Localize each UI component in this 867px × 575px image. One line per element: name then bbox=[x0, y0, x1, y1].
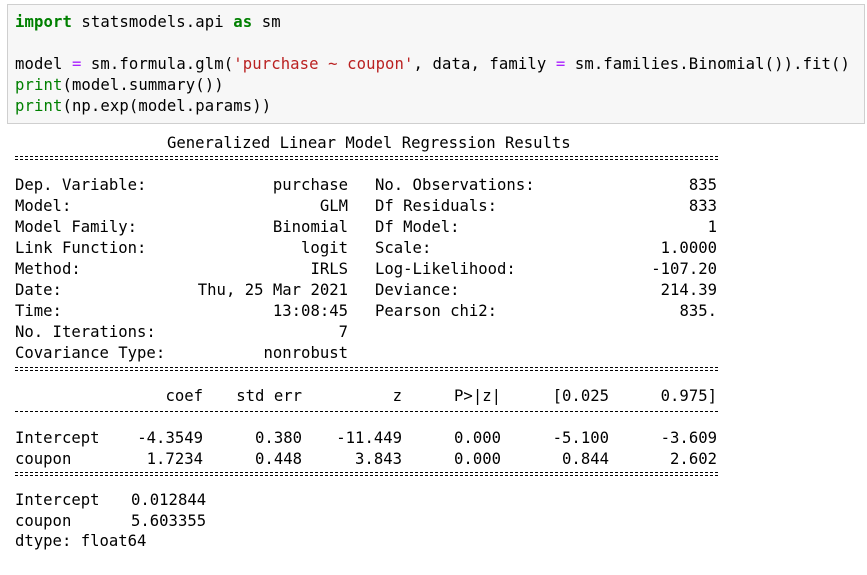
info-value: 1 bbox=[707, 218, 717, 236]
info-value: 214.39 bbox=[660, 281, 717, 299]
coef-cell: 3.843 bbox=[355, 450, 402, 468]
info-label: No. Iterations: bbox=[15, 323, 156, 341]
info-label: Log-Likelihood: bbox=[375, 260, 516, 278]
info-label: Pearson chi2: bbox=[375, 302, 498, 320]
code-token: , data, family bbox=[413, 55, 556, 73]
coef-cell: -4.3549 bbox=[137, 429, 203, 447]
info-label: Scale: bbox=[375, 239, 432, 257]
info-value: nonrobust bbox=[263, 344, 349, 362]
info-value: 835. bbox=[679, 302, 717, 320]
param-name: Intercept bbox=[15, 491, 100, 509]
summary-title: Generalized Linear Model Regression Resu… bbox=[167, 134, 571, 152]
info-label: Time: bbox=[15, 302, 62, 320]
info-value: Thu, 25 Mar 2021 bbox=[197, 281, 348, 299]
info-value: IRLS bbox=[310, 260, 348, 278]
single-rule bbox=[15, 408, 718, 414]
double-rule bbox=[15, 471, 718, 477]
param-value: 5.603355 bbox=[131, 512, 207, 530]
code-token: sm.formula.glm( bbox=[81, 55, 234, 73]
info-value: logit bbox=[301, 239, 348, 257]
coef-cell: 2.602 bbox=[670, 450, 717, 468]
coef-cell: 0.000 bbox=[454, 429, 501, 447]
info-value: 7 bbox=[338, 323, 348, 341]
info-value: GLM bbox=[319, 197, 348, 215]
coef-row-name: coupon bbox=[15, 450, 72, 468]
info-value: -107.20 bbox=[651, 260, 717, 278]
code-token: as bbox=[233, 13, 253, 31]
info-label: Model: bbox=[15, 197, 72, 215]
coef-cell: -5.100 bbox=[552, 429, 609, 447]
code-token: = bbox=[71, 55, 82, 73]
info-label: Df Model: bbox=[375, 218, 460, 236]
code-line: import statsmodels.api as sm bbox=[15, 12, 281, 32]
info-value: 835 bbox=[688, 176, 717, 194]
code-token: print bbox=[15, 76, 63, 94]
code-token: = bbox=[555, 55, 566, 73]
info-label: Covariance Type: bbox=[15, 344, 166, 362]
info-value: 13:08:45 bbox=[272, 302, 348, 320]
coef-column-header: 0.975] bbox=[660, 387, 717, 405]
info-value: 833 bbox=[688, 197, 717, 215]
code-line: print(np.exp(model.params)) bbox=[15, 96, 271, 116]
coef-column-header: [0.025 bbox=[552, 387, 609, 405]
info-label: Method: bbox=[15, 260, 81, 278]
cell-output: Generalized Linear Model Regression Resu… bbox=[15, 133, 735, 563]
info-value: 1.0000 bbox=[660, 239, 717, 257]
coef-column-header: z bbox=[392, 387, 402, 405]
code-cell[interactable]: import statsmodels.api as sm model = sm.f… bbox=[7, 4, 865, 124]
code-line: model = sm.formula.glm('purchase ~ coupo… bbox=[15, 54, 850, 74]
coef-cell: 0.448 bbox=[255, 450, 302, 468]
coef-cell: -3.609 bbox=[660, 429, 717, 447]
coef-column-header: P>|z| bbox=[454, 387, 501, 405]
info-label: Model Family: bbox=[15, 218, 138, 236]
code-token: (model.summary()) bbox=[62, 76, 224, 94]
coef-column-header: std err bbox=[236, 387, 302, 405]
code-token: sm.families.Binomial()).fit() bbox=[565, 55, 851, 73]
info-label: Dep. Variable: bbox=[15, 176, 147, 194]
code-token: print bbox=[15, 97, 63, 115]
code-token: 'purchase ~ coupon' bbox=[233, 55, 414, 73]
info-label: Link Function: bbox=[15, 239, 147, 257]
code-token: import bbox=[15, 13, 72, 31]
info-label: Date: bbox=[15, 281, 62, 299]
param-name: coupon bbox=[15, 512, 72, 530]
info-label: Df Residuals: bbox=[375, 197, 498, 215]
info-value: Binomial bbox=[272, 218, 348, 236]
double-rule bbox=[15, 366, 718, 372]
code-token: model bbox=[15, 55, 72, 73]
coef-row-name: Intercept bbox=[15, 429, 100, 447]
info-label: Deviance: bbox=[375, 281, 460, 299]
code-token: (np.exp(model.params)) bbox=[62, 97, 272, 115]
param-value: 0.012844 bbox=[131, 491, 207, 509]
info-value: purchase bbox=[272, 176, 348, 194]
code-token: statsmodels.api bbox=[71, 13, 234, 31]
code-line: print(model.summary()) bbox=[15, 75, 224, 95]
coef-cell: -11.449 bbox=[336, 429, 402, 447]
dtype-line: dtype: float64 bbox=[15, 532, 147, 550]
coef-cell: 0.000 bbox=[454, 450, 501, 468]
coef-cell: 0.380 bbox=[255, 429, 302, 447]
coef-cell: 1.7234 bbox=[146, 450, 203, 468]
info-label: No. Observations: bbox=[375, 176, 535, 194]
coef-cell: 0.844 bbox=[562, 450, 609, 468]
code-token: sm bbox=[252, 13, 281, 31]
coef-column-header: coef bbox=[165, 387, 203, 405]
double-rule bbox=[15, 155, 718, 161]
